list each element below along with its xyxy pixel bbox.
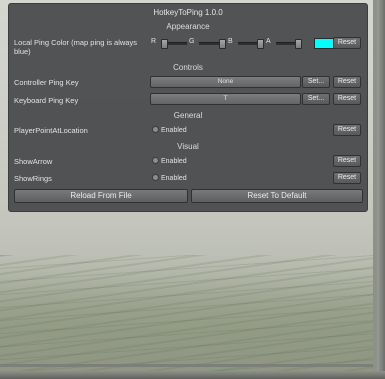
slider-r[interactable] bbox=[161, 39, 187, 49]
controller-set-button[interactable]: Set... bbox=[302, 76, 330, 88]
reset-color-button[interactable]: Reset bbox=[333, 37, 361, 49]
show-rings-toggle[interactable]: Enabled bbox=[152, 174, 187, 183]
keyboard-ping-key-field[interactable]: T bbox=[150, 93, 301, 105]
slider-a-label: A bbox=[266, 38, 271, 45]
slider-b-label: B bbox=[228, 38, 233, 45]
slider-r-label: R bbox=[151, 38, 157, 45]
section-appearance: Appearance bbox=[166, 22, 210, 31]
background-scenery bbox=[0, 255, 385, 379]
controller-ping-key-field[interactable]: None bbox=[150, 76, 301, 88]
window-border-right bbox=[377, 0, 385, 379]
show-arrow-reset-button[interactable]: Reset bbox=[333, 155, 361, 167]
toggle-label: Enabled bbox=[161, 175, 187, 182]
show-rings-label: ShowRings bbox=[14, 174, 52, 183]
section-controls: Controls bbox=[173, 63, 203, 72]
show-rings-reset-button[interactable]: Reset bbox=[333, 172, 361, 184]
keyboard-reset-button[interactable]: Reset bbox=[333, 93, 361, 105]
keyboard-ping-key-label: Keyboard Ping Key bbox=[14, 96, 79, 105]
section-visual: Visual bbox=[177, 142, 199, 151]
slider-knob[interactable] bbox=[219, 39, 226, 49]
toggle-indicator bbox=[152, 174, 159, 181]
reset-to-default-button[interactable]: Reset To Default bbox=[191, 189, 363, 203]
slider-a[interactable] bbox=[276, 39, 302, 49]
toggle-indicator bbox=[152, 126, 159, 133]
show-arrow-toggle[interactable]: Enabled bbox=[152, 157, 187, 166]
reload-from-file-button[interactable]: Reload From File bbox=[14, 189, 188, 203]
window-border-bottom-line bbox=[0, 364, 373, 367]
section-general: General bbox=[173, 111, 203, 120]
config-panel: HotkeyToPing 1.0.0 Appearance Local Ping… bbox=[8, 3, 368, 212]
toggle-indicator bbox=[152, 157, 159, 164]
show-arrow-label: ShowArrow bbox=[14, 157, 53, 166]
keyboard-set-button[interactable]: Set... bbox=[302, 93, 330, 105]
slider-g[interactable] bbox=[199, 39, 226, 49]
window-border-bottom bbox=[0, 371, 385, 379]
toggle-label: Enabled bbox=[161, 127, 187, 134]
slider-knob[interactable] bbox=[257, 39, 264, 49]
player-point-at-location-toggle[interactable]: Enabled bbox=[152, 126, 187, 135]
panel-title: HotkeyToPing 1.0.0 bbox=[153, 8, 223, 17]
controller-reset-button[interactable]: Reset bbox=[333, 76, 361, 88]
slider-knob[interactable] bbox=[161, 39, 168, 49]
slider-knob[interactable] bbox=[295, 39, 302, 49]
player-point-reset-button[interactable]: Reset bbox=[333, 124, 361, 136]
slider-b[interactable] bbox=[238, 39, 264, 49]
toggle-label: Enabled bbox=[161, 158, 187, 165]
controller-ping-key-label: Controller Ping Key bbox=[14, 78, 79, 87]
player-point-at-location-label: PlayerPointAtLocation bbox=[14, 126, 88, 135]
local-ping-color-label: Local Ping Color (map ping is always blu… bbox=[14, 38, 137, 56]
slider-g-label: G bbox=[189, 38, 195, 45]
